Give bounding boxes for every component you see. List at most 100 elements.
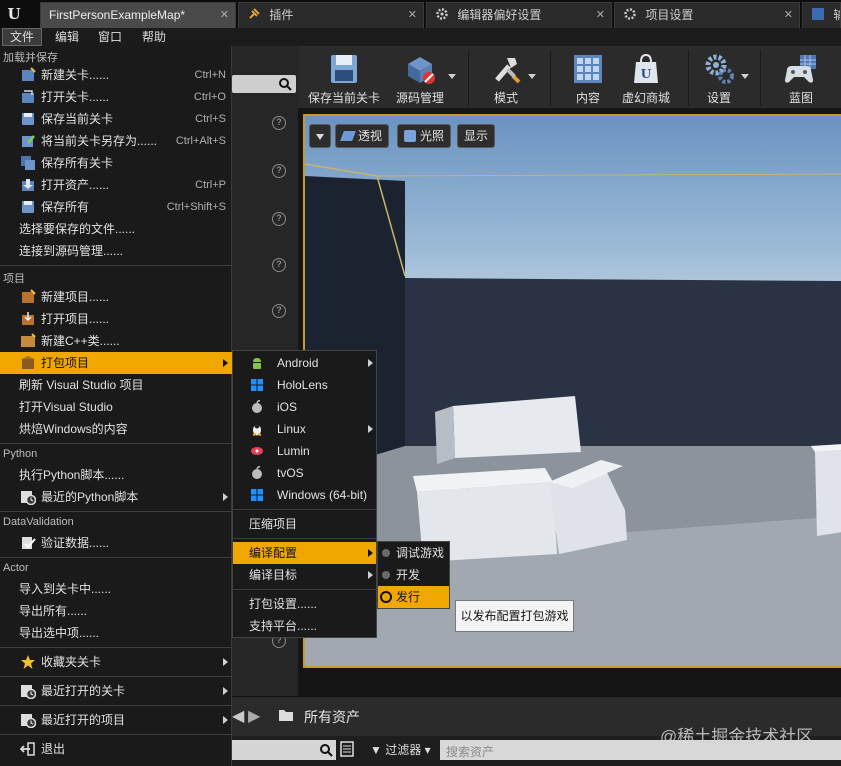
new-level-icon: [22, 67, 36, 81]
source-control-button[interactable]: 源码管理: [390, 46, 450, 110]
menu-open-visual-studio[interactable]: 打开Visual Studio: [0, 396, 232, 418]
menu-recent-projects[interactable]: 最近打开的项目: [0, 709, 232, 731]
config-shipping[interactable]: 发行: [378, 586, 449, 608]
chevron-right-icon: [368, 425, 373, 433]
menu-package-project[interactable]: 打包项目: [0, 352, 232, 374]
divider: [233, 538, 376, 539]
help-icon[interactable]: ?: [272, 212, 286, 226]
menu-save-all-levels[interactable]: 保存所有关卡: [0, 152, 232, 174]
tab-plugins[interactable]: 插件 ✕: [238, 2, 424, 28]
config-debug-game[interactable]: 调试游戏: [378, 542, 449, 564]
chevron-down-icon[interactable]: [741, 74, 749, 79]
content-button[interactable]: 内容: [560, 46, 616, 110]
filters-button[interactable]: ▼ 过滤器 ▾: [370, 740, 431, 760]
menu-zip-project[interactable]: 压缩项目: [233, 513, 376, 535]
platform-tvos[interactable]: tvOS: [233, 462, 376, 484]
tab-project-settings[interactable]: 项目设置 ✕: [614, 2, 800, 28]
close-icon[interactable]: ✕: [784, 3, 793, 27]
help-icon[interactable]: ?: [272, 258, 286, 272]
menu-connect-source-control[interactable]: 连接到源码管理......: [0, 240, 232, 262]
menu-refresh-vs-project[interactable]: 刷新 Visual Studio 项目: [0, 374, 232, 396]
marketplace-button[interactable]: U 虚幻商城: [616, 46, 676, 110]
chevron-down-icon[interactable]: [448, 74, 456, 79]
search-input[interactable]: [232, 75, 296, 93]
exit-icon: [20, 742, 35, 756]
recent-clock-icon: [21, 714, 36, 728]
tab-bar: U FirstPersonExampleMap* ✕ 插件 ✕ 编辑器偏好设置 …: [0, 0, 841, 28]
menu-save-current-level[interactable]: 保存当前关卡 Ctrl+S: [0, 108, 232, 130]
close-icon[interactable]: ✕: [596, 3, 605, 27]
back-arrow-icon[interactable]: ◀: [232, 706, 244, 726]
forward-arrow-icon[interactable]: ▶: [248, 706, 260, 726]
tab-output[interactable]: 输: [802, 2, 841, 28]
menu-open-level[interactable]: 打开关卡...... Ctrl+O: [0, 86, 232, 108]
tooltip: 以发布配置打包游戏: [455, 600, 574, 632]
menu-new-level[interactable]: 新建关卡...... Ctrl+N: [0, 64, 232, 86]
blueprints-button[interactable]: 蓝图: [768, 46, 834, 110]
menu-execute-python-script[interactable]: 执行Python脚本......: [0, 464, 232, 486]
settings-button[interactable]: 设置: [696, 46, 742, 110]
lighting-button[interactable]: 光照: [397, 124, 452, 148]
menu-edit[interactable]: 编辑: [48, 28, 86, 46]
divider: [760, 50, 761, 106]
close-icon[interactable]: ✕: [220, 3, 229, 27]
menu-file[interactable]: 文件: [2, 28, 43, 46]
menu-new-cpp-class[interactable]: 新建C++类......: [0, 330, 232, 352]
search-icon: [320, 744, 333, 757]
close-icon[interactable]: ✕: [408, 3, 417, 27]
list-view-icon[interactable]: [340, 741, 354, 757]
chevron-down-icon[interactable]: [528, 74, 536, 79]
perspective-button[interactable]: 透视: [335, 124, 390, 148]
menu-save-all[interactable]: 保存所有 Ctrl+Shift+S: [0, 196, 232, 218]
menu-help[interactable]: 帮助: [135, 28, 173, 46]
menu-import-into-level[interactable]: 导入到关卡中......: [0, 578, 232, 600]
viewport-options-button[interactable]: [309, 124, 331, 148]
menu-window[interactable]: 窗口: [91, 28, 129, 46]
open-project-icon: [22, 312, 34, 325]
chevron-right-icon: [368, 549, 373, 557]
menu-packaging-settings[interactable]: 打包设置......: [233, 593, 376, 615]
menu-exit[interactable]: 退出: [0, 738, 232, 760]
tab-label: 编辑器偏好设置: [457, 8, 542, 22]
help-icon[interactable]: ?: [272, 116, 286, 130]
menu-open-project[interactable]: 打开项目......: [0, 308, 232, 330]
platform-ios[interactable]: iOS: [233, 396, 376, 418]
menu-build-target[interactable]: 编译目标: [233, 564, 376, 586]
menu-save-level-as[interactable]: 将当前关卡另存为...... Ctrl+Alt+S: [0, 130, 232, 152]
tab-map[interactable]: FirstPersonExampleMap* ✕: [40, 2, 236, 28]
chevron-right-icon: [223, 716, 228, 724]
radio-icon: [382, 571, 390, 579]
menu-cook-windows-content[interactable]: 烘焙Windows的内容: [0, 418, 232, 440]
platform-windows-64[interactable]: Windows (64-bit): [233, 484, 376, 506]
config-development[interactable]: 开发: [378, 564, 449, 586]
show-button[interactable]: 显示: [457, 124, 496, 148]
menu-recent-levels[interactable]: 最近打开的关卡: [0, 680, 232, 702]
menu-export-selected[interactable]: 导出选中项......: [0, 622, 232, 644]
menu-new-project[interactable]: 新建项目......: [0, 286, 232, 308]
menu-build-configuration[interactable]: 编译配置: [233, 542, 376, 564]
save-current-level-button[interactable]: 保存当前关卡: [304, 46, 384, 110]
menu-validate-data[interactable]: 验证数据......: [0, 532, 232, 554]
help-icon[interactable]: ?: [272, 164, 286, 178]
modes-button[interactable]: 模式: [478, 46, 534, 110]
new-project-icon: [22, 289, 36, 303]
menu-open-asset[interactable]: 打开资产...... Ctrl+P: [0, 174, 232, 196]
menu-bar: 文件 编辑 窗口 帮助: [0, 28, 841, 46]
platform-hololens[interactable]: HoloLens: [233, 374, 376, 396]
breadcrumb-all-assets[interactable]: 所有资产: [304, 707, 360, 727]
cb-search-input[interactable]: [232, 740, 336, 760]
menu-supported-platforms[interactable]: 支持平台......: [233, 615, 376, 637]
menu-favorite-levels[interactable]: 收藏夹关卡: [0, 651, 232, 673]
blueprint-gamepad-icon: [785, 55, 816, 83]
platform-lumin[interactable]: Lumin: [233, 440, 376, 462]
platform-android[interactable]: Android: [233, 352, 376, 374]
menu-export-all[interactable]: 导出所有......: [0, 600, 232, 622]
divider: [688, 50, 689, 106]
help-icon[interactable]: ?: [272, 304, 286, 318]
menu-choose-files-to-save[interactable]: 选择要保存的文件......: [0, 218, 232, 240]
menu-recent-python-scripts[interactable]: 最近的Python脚本: [0, 486, 232, 508]
main-toolbar: 保存当前关卡 源码管理 模式 内容 U 虚幻商城 设置 蓝图: [298, 46, 841, 110]
chevron-right-icon: [368, 571, 373, 579]
platform-linux[interactable]: Linux: [233, 418, 376, 440]
tab-editor-preferences[interactable]: 编辑器偏好设置 ✕: [426, 2, 612, 28]
